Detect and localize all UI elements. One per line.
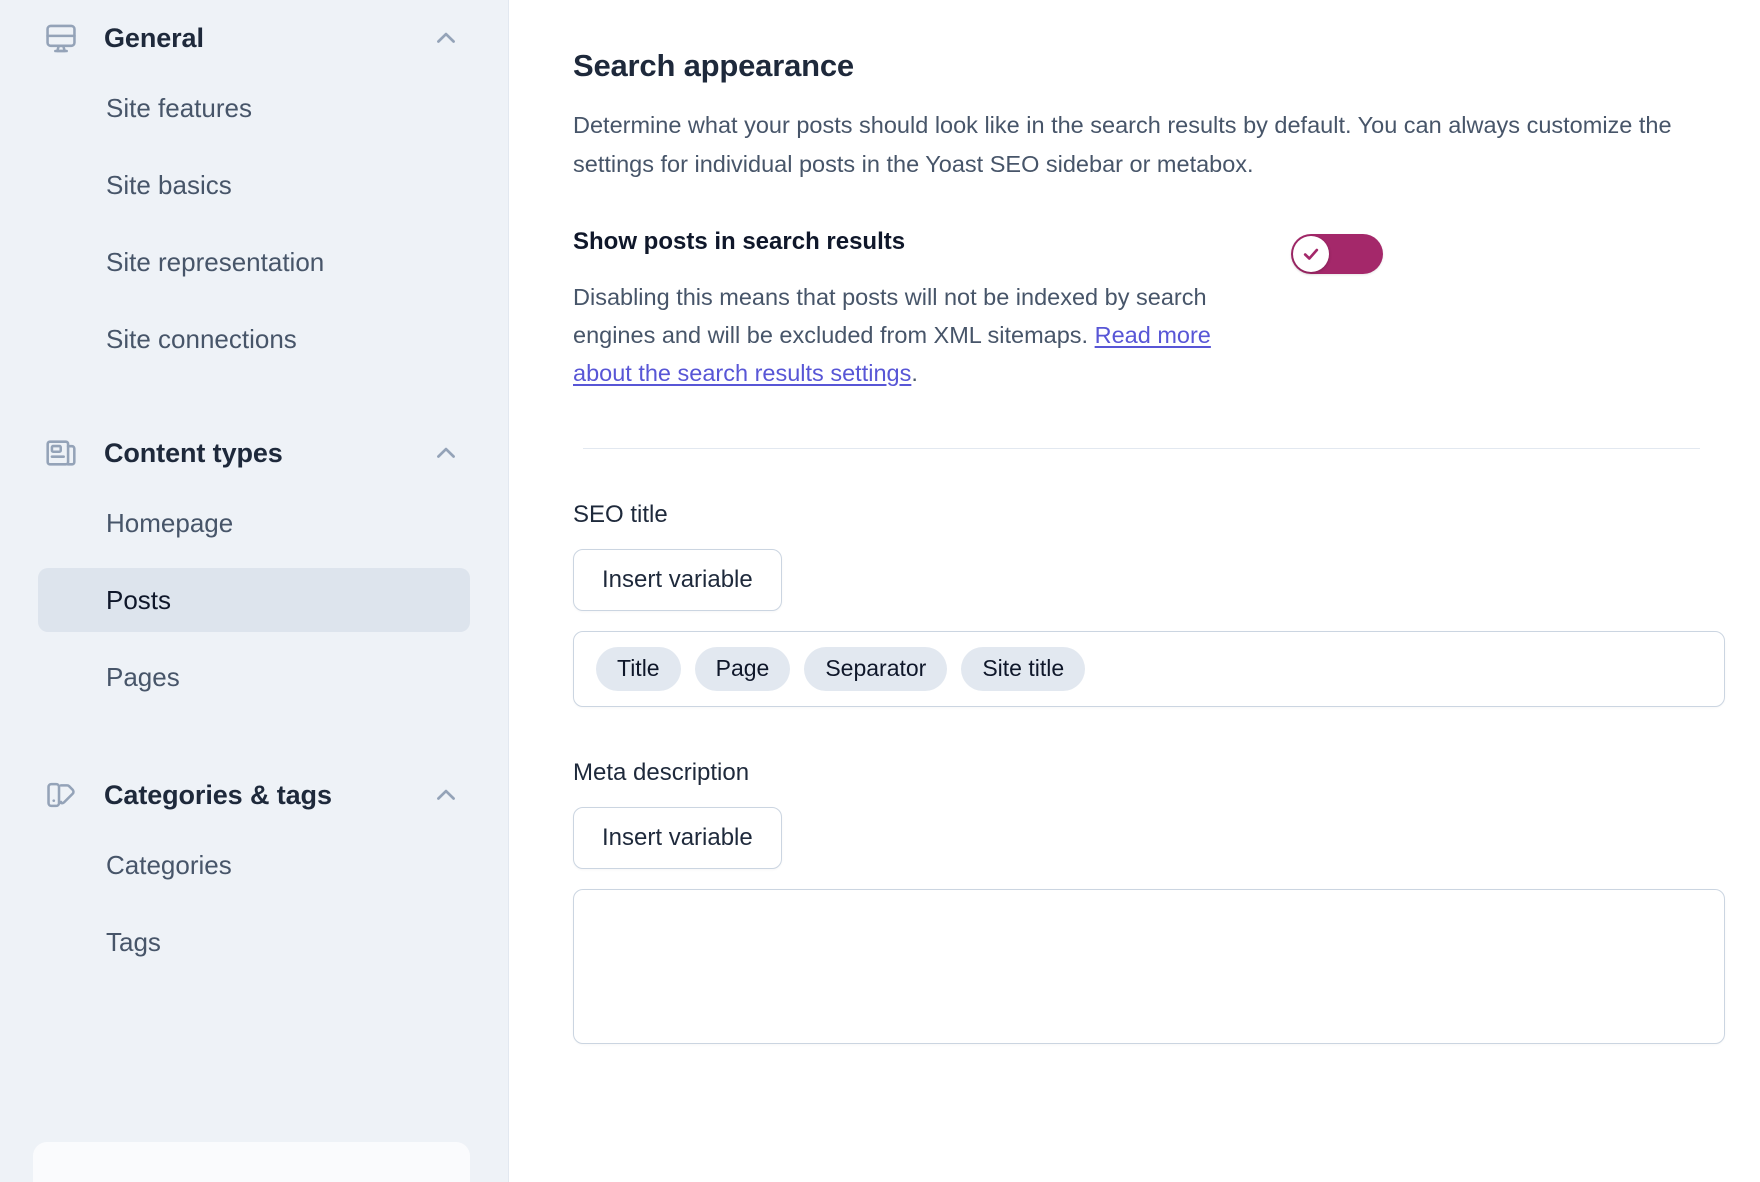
nav-subitems-categories-tags: Categories Tags — [0, 833, 508, 974]
seo-title-insert-variable-button[interactable]: Insert variable — [573, 549, 782, 611]
variable-chip-title[interactable]: Title — [596, 647, 681, 691]
chevron-up-icon[interactable] — [432, 24, 460, 52]
nav-group-header-categories-tags[interactable]: Categories & tags — [0, 757, 508, 833]
check-icon — [1301, 244, 1321, 264]
monitor-icon — [44, 21, 78, 55]
meta-description-textarea[interactable] — [573, 889, 1725, 1044]
show-in-search-toggle-column — [1213, 228, 1393, 274]
nav-subitems-general: Site features Site basics Site represent… — [0, 76, 508, 371]
tags-icon — [44, 778, 78, 812]
nav-group-content-types: Content types Homepage Posts Pages — [0, 415, 508, 709]
newspaper-icon — [44, 436, 78, 470]
sidebar-item-pages[interactable]: Pages — [38, 645, 470, 709]
chevron-up-icon[interactable] — [432, 781, 460, 809]
sidebar-item-site-representation[interactable]: Site representation — [38, 230, 470, 294]
settings-main-panel: Search appearance Determine what your po… — [509, 0, 1760, 1182]
nav-group-spacer — [0, 709, 508, 757]
variable-chip-page[interactable]: Page — [695, 647, 791, 691]
nav-group-header-general[interactable]: General — [0, 0, 508, 76]
sidebar-item-site-connections[interactable]: Site connections — [38, 307, 470, 371]
nav-group-categories-tags: Categories & tags Categories Tags — [0, 757, 508, 974]
nav-group-title-content-types: Content types — [104, 438, 432, 469]
variable-chip-separator[interactable]: Separator — [804, 647, 947, 691]
seo-title-field-group: SEO title Insert variable Title Page Sep… — [573, 501, 1730, 707]
nav-group-header-content-types[interactable]: Content types — [0, 415, 508, 491]
variable-chip-site-title[interactable]: Site title — [961, 647, 1085, 691]
page-title: Search appearance — [573, 48, 1730, 84]
show-in-search-label: Show posts in search results — [573, 228, 1213, 257]
sidebar-item-homepage[interactable]: Homepage — [38, 491, 470, 555]
seo-title-label: SEO title — [573, 501, 1730, 529]
sidebar-bottom-card[interactable] — [33, 1142, 470, 1182]
nav-group-general: General Site features Site basics Site r… — [0, 0, 508, 371]
seo-title-input[interactable]: Title Page Separator Site title — [573, 631, 1725, 707]
nav-group-title-general: General — [104, 23, 432, 54]
show-in-search-section: Show posts in search results Disabling t… — [573, 228, 1730, 392]
nav-group-title-categories-tags: Categories & tags — [104, 780, 432, 811]
show-posts-in-search-results-toggle[interactable] — [1291, 234, 1383, 274]
sidebar-item-site-features[interactable]: Site features — [38, 76, 470, 140]
page-description: Determine what your posts should look li… — [573, 106, 1693, 184]
sidebar-item-tags[interactable]: Tags — [38, 910, 470, 974]
chevron-up-icon[interactable] — [432, 439, 460, 467]
nav-subitems-content-types: Homepage Posts Pages — [0, 491, 508, 709]
show-in-search-description: Disabling this means that posts will not… — [573, 278, 1213, 392]
app-root: General Site features Site basics Site r… — [0, 0, 1760, 1182]
meta-description-label: Meta description — [573, 759, 1730, 787]
show-in-search-text-column: Show posts in search results Disabling t… — [573, 228, 1213, 392]
show-in-search-description-part2: . — [911, 360, 918, 386]
section-divider — [583, 448, 1700, 449]
toggle-knob — [1293, 236, 1329, 272]
settings-sidebar: General Site features Site basics Site r… — [0, 0, 509, 1182]
sidebar-item-posts[interactable]: Posts — [38, 568, 470, 632]
sidebar-item-categories[interactable]: Categories — [38, 833, 470, 897]
meta-description-insert-variable-button[interactable]: Insert variable — [573, 807, 782, 869]
sidebar-item-site-basics[interactable]: Site basics — [38, 153, 470, 217]
meta-description-field-group: Meta description Insert variable — [573, 759, 1730, 1044]
nav-group-spacer — [0, 371, 508, 415]
